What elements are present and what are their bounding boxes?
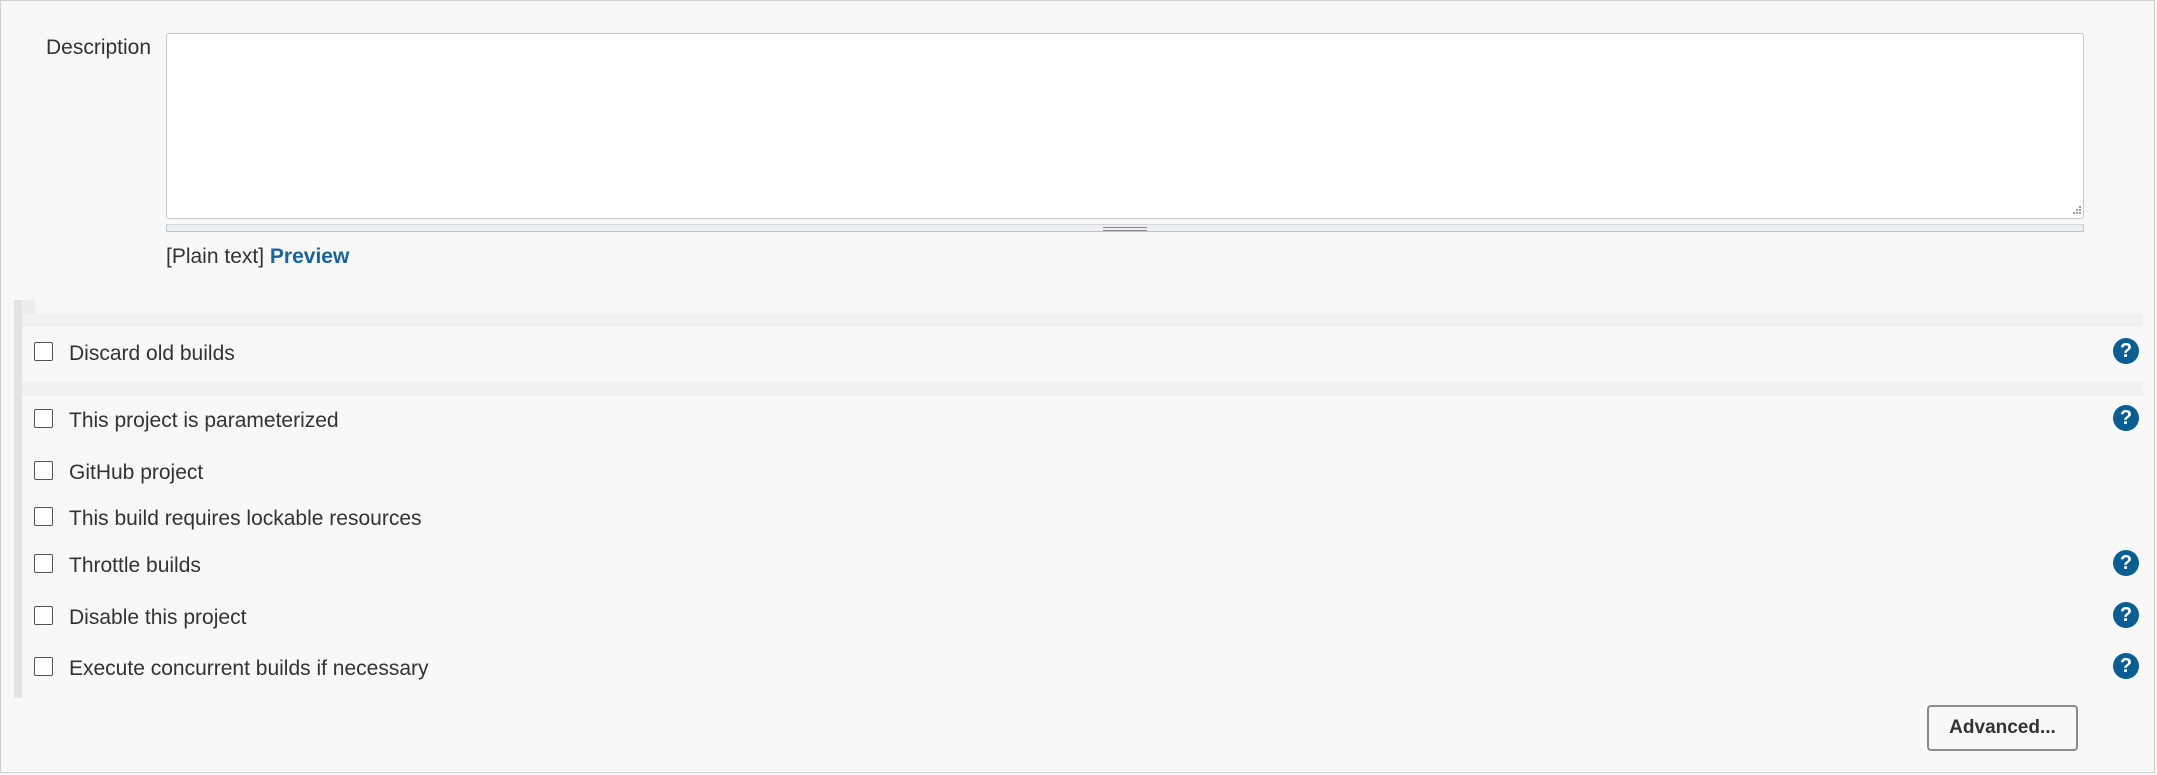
- help-icon[interactable]: ?: [2113, 602, 2139, 628]
- option-label[interactable]: This build requires lockable resources: [69, 507, 422, 531]
- textarea-resize-handle-icon[interactable]: [2070, 203, 2082, 215]
- option-label[interactable]: This project is parameterized: [69, 409, 339, 433]
- option-row-throttle-builds: Throttle builds ?: [22, 545, 2143, 585]
- option-label[interactable]: Throttle builds: [69, 554, 201, 578]
- help-icon[interactable]: ?: [2113, 338, 2139, 364]
- markup-formatter-line: [Plain text] Preview: [166, 245, 349, 269]
- description-textarea[interactable]: [166, 33, 2084, 219]
- option-row-concurrent-builds: Execute concurrent builds if necessary ?: [22, 648, 2143, 688]
- description-label: Description: [46, 36, 152, 59]
- option-label[interactable]: Discard old builds: [69, 342, 235, 366]
- option-row-discard-old-builds: Discard old builds ?: [22, 333, 2143, 373]
- help-icon[interactable]: ?: [2113, 405, 2139, 431]
- option-label[interactable]: Disable this project: [69, 606, 246, 630]
- row-separator: [22, 314, 2143, 327]
- option-row-lockable-resources: This build requires lockable resources: [22, 498, 2143, 538]
- option-row-parameterized: This project is parameterized ?: [22, 400, 2143, 440]
- help-icon[interactable]: ?: [2113, 653, 2139, 679]
- github-project-checkbox[interactable]: [34, 461, 53, 480]
- discard-old-builds-checkbox[interactable]: [34, 342, 53, 361]
- option-row-github-project: GitHub project: [22, 452, 2143, 492]
- option-row-disable-project: Disable this project ?: [22, 597, 2143, 637]
- advanced-button[interactable]: Advanced...: [1927, 705, 2078, 751]
- disable-project-checkbox[interactable]: [34, 606, 53, 625]
- throttle-builds-checkbox[interactable]: [34, 554, 53, 573]
- concurrent-builds-checkbox[interactable]: [34, 657, 53, 676]
- parameterized-checkbox[interactable]: [34, 409, 53, 428]
- section-indicator-bar: [14, 300, 22, 698]
- option-label[interactable]: GitHub project: [69, 461, 203, 485]
- splitter-grip-icon[interactable]: [1103, 227, 1147, 231]
- lockable-resources-checkbox[interactable]: [34, 507, 53, 526]
- section-top-strip: [22, 300, 35, 314]
- help-icon[interactable]: ?: [2113, 550, 2139, 576]
- plain-text-indicator: [Plain text]: [166, 245, 265, 268]
- preview-link[interactable]: Preview: [270, 245, 349, 268]
- row-separator: [22, 382, 2143, 396]
- option-label[interactable]: Execute concurrent builds if necessary: [69, 657, 429, 681]
